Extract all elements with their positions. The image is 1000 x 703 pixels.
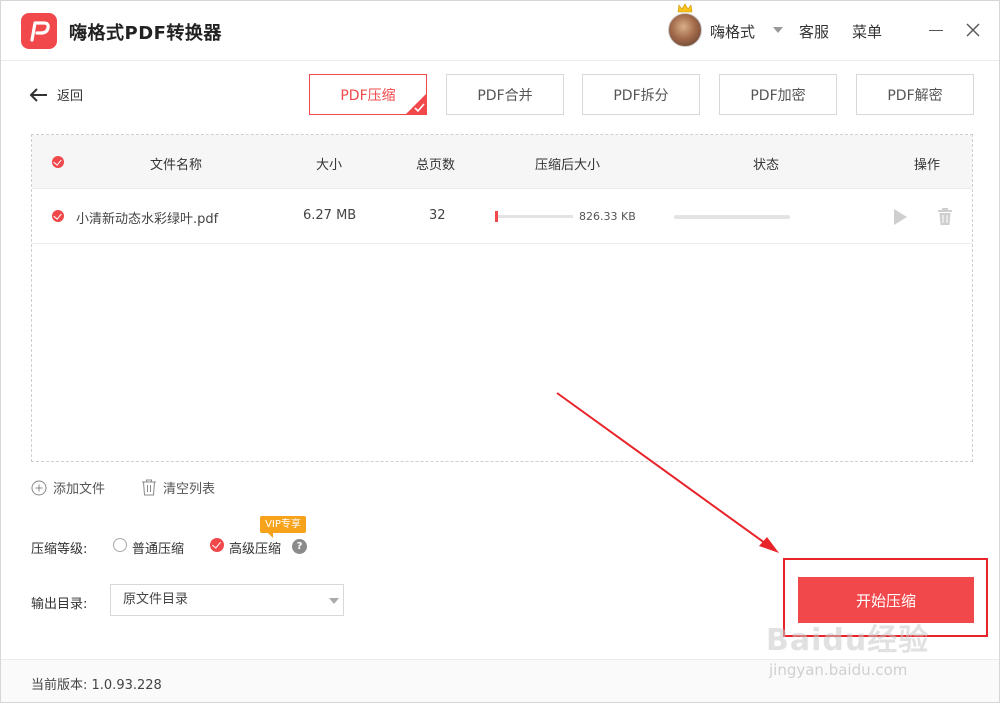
- back-button[interactable]: 返回: [29, 85, 83, 104]
- trash-icon[interactable]: [937, 208, 953, 225]
- tab-pdf-encrypt[interactable]: PDF加密: [719, 74, 837, 115]
- play-icon[interactable]: [894, 209, 907, 225]
- tab-pdf-merge[interactable]: PDF合并: [446, 74, 564, 115]
- header-compressed-size: 压缩后大小: [535, 158, 601, 173]
- compressed-size: 826.33 KB: [579, 210, 636, 223]
- selected-check-icon: [405, 93, 427, 115]
- help-icon[interactable]: ?: [292, 539, 307, 554]
- add-file-label: 添加文件: [53, 482, 106, 497]
- watermark: Baidu经验: [766, 623, 930, 658]
- normal-compress-label[interactable]: 普通压缩: [132, 538, 184, 557]
- title-bar: 嗨格式PDF转换器 嗨格式 客服 菜单: [1, 1, 999, 61]
- table-row: 小清新动态水彩绿叶.pdf 6.27 MB 32 826.33 KB: [32, 189, 972, 244]
- compression-progress: [495, 211, 573, 222]
- page-count: 32: [429, 208, 446, 223]
- tab-label: PDF解密: [887, 87, 943, 104]
- trash-outline-icon: [142, 479, 156, 496]
- back-label: 返回: [57, 89, 84, 104]
- tab-pdf-compress[interactable]: PDF压缩: [309, 74, 427, 115]
- user-avatar[interactable]: [668, 13, 702, 47]
- tab-pdf-split[interactable]: PDF拆分: [582, 74, 700, 115]
- username[interactable]: 嗨格式: [710, 21, 755, 42]
- tab-pdf-decrypt[interactable]: PDF解密: [856, 74, 974, 115]
- header-status: 状态: [753, 158, 780, 173]
- add-file-button[interactable]: 添加文件: [31, 478, 105, 497]
- header-file-name: 文件名称: [150, 158, 203, 173]
- status-progress-bar: [674, 215, 790, 219]
- clear-list-button[interactable]: 清空列表: [141, 478, 215, 497]
- radio-normal-compress[interactable]: [113, 538, 127, 552]
- close-icon[interactable]: [964, 21, 982, 39]
- customer-service-link[interactable]: 客服: [799, 21, 829, 42]
- clear-list-label: 清空列表: [163, 482, 216, 497]
- vip-crown-icon: [677, 3, 693, 13]
- tab-label: PDF加密: [750, 87, 806, 104]
- output-dir-value: 原文件目录: [123, 592, 189, 607]
- pdf-logo-icon: [30, 21, 50, 42]
- chevron-down-icon: [329, 598, 339, 604]
- app-title: 嗨格式PDF转换器: [69, 23, 222, 44]
- table-header: 文件名称 大小 总页数 压缩后大小 状态 操作: [32, 135, 972, 189]
- compression-level-label: 压缩等级:: [31, 542, 88, 557]
- select-all-checkbox[interactable]: [52, 156, 64, 168]
- compression-progress-fill: [495, 211, 498, 222]
- output-dir-label: 输出目录:: [31, 597, 88, 612]
- header-size: 大小: [316, 158, 343, 173]
- header-actions: 操作: [914, 158, 941, 173]
- add-circle-icon: [31, 480, 47, 495]
- minimize-icon[interactable]: [929, 30, 943, 31]
- file-table: 文件名称 大小 总页数 压缩后大小 状态 操作 小清新动态水彩绿叶.pdf 6.…: [31, 134, 973, 462]
- radio-advanced-compress[interactable]: [210, 538, 224, 552]
- tab-label: PDF拆分: [613, 87, 669, 104]
- tab-label: PDF压缩: [340, 87, 396, 104]
- header-pages: 总页数: [416, 158, 456, 173]
- tab-label: PDF合并: [477, 87, 533, 104]
- advanced-compress-label[interactable]: 高级压缩: [229, 538, 281, 557]
- file-name: 小清新动态水彩绿叶.pdf: [76, 212, 219, 227]
- watermark-url: jingyan.baidu.com: [769, 661, 908, 679]
- file-size: 6.27 MB: [303, 208, 357, 223]
- version-text: 当前版本: 1.0.93.228: [31, 678, 162, 693]
- app-logo: [21, 13, 57, 49]
- row-checkbox[interactable]: [52, 210, 64, 222]
- output-dir-select[interactable]: 原文件目录: [110, 584, 344, 616]
- arrow-left-icon: [29, 87, 47, 102]
- chevron-down-icon[interactable]: [773, 27, 783, 33]
- menu-link[interactable]: 菜单: [852, 21, 882, 42]
- vip-badge: VIP专享: [260, 516, 306, 538]
